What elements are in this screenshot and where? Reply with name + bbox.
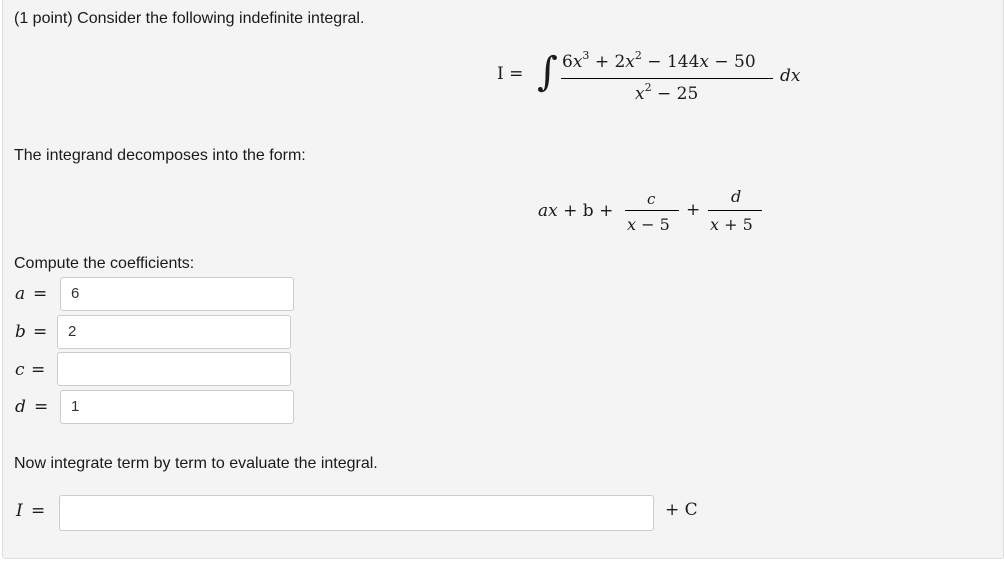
form-fraction-bar-2	[708, 210, 762, 211]
coef-b-label: b	[15, 322, 26, 342]
integrand-denominator: x2 − 25	[635, 81, 699, 104]
coef-a-input[interactable]: 6	[60, 277, 294, 311]
coef-c-input[interactable]	[57, 352, 291, 386]
integrate-text: Now integrate term by term to evaluate t…	[14, 455, 378, 472]
answer-equals: =	[31, 501, 46, 521]
problem-intro: (1 point) Consider the following indefin…	[14, 10, 365, 27]
problem-panel: (1 point) Consider the following indefin…	[2, 0, 1004, 559]
integral-sign: ∫	[537, 49, 558, 95]
answer-label: I	[16, 501, 23, 521]
plus-c-suffix: + C	[665, 500, 698, 520]
decompose-text: The integrand decomposes into the form:	[14, 147, 306, 164]
coef-d-label: d	[15, 397, 26, 417]
coef-c-label: c	[15, 360, 25, 380]
form-d-numerator: d	[731, 187, 742, 206]
form-linear-part: ax + b +	[538, 201, 614, 221]
coef-b-equals: =	[33, 322, 48, 342]
form-denominator-2: x + 5	[710, 215, 753, 234]
form-fraction-bar-1	[625, 210, 679, 211]
coef-d-input[interactable]: 1	[60, 390, 294, 424]
coef-b-input[interactable]: 2	[57, 315, 291, 349]
compute-text: Compute the coefficients:	[14, 255, 195, 272]
coef-d-equals: =	[34, 397, 49, 417]
integrand-fraction-bar	[561, 78, 773, 79]
form-denominator-1: x − 5	[627, 215, 670, 234]
form-c-numerator: c	[647, 190, 656, 208]
coef-a-label: a	[15, 284, 26, 304]
integral-dx: dx	[780, 66, 801, 86]
integrand-numerator: 6x3 + 2x2 − 144x − 50	[562, 49, 756, 72]
form-plus: +	[686, 200, 701, 220]
answer-input[interactable]	[59, 495, 654, 531]
integral-lhs: I =	[497, 64, 524, 84]
coef-c-equals: =	[31, 360, 46, 380]
coef-a-equals: =	[33, 284, 48, 304]
